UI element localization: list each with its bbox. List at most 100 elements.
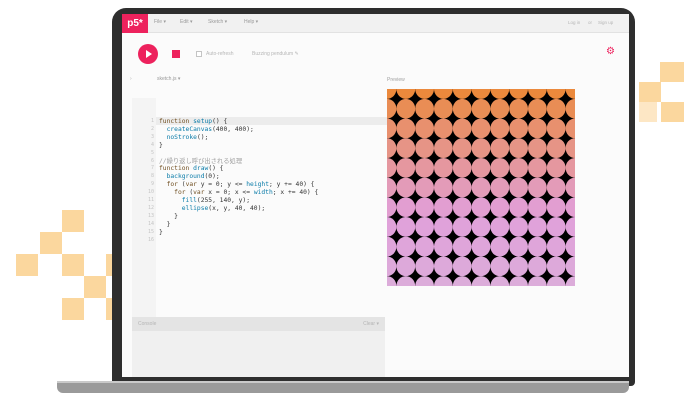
sketch-ellipse	[509, 98, 528, 119]
sketch-ellipse	[471, 138, 491, 158]
sketch-ellipse	[415, 157, 434, 178]
sketch-ellipse	[471, 157, 491, 178]
line-number: 15	[147, 228, 154, 235]
sketch-ellipse	[490, 236, 510, 257]
stop-button[interactable]	[172, 50, 180, 58]
code-line: fill(255, 140, y);	[181, 197, 250, 204]
line-number: 2	[150, 125, 154, 132]
sketch-ellipse	[509, 177, 528, 198]
menu-sketch[interactable]: Sketch ▾	[208, 19, 227, 25]
menu-help[interactable]: Help ▾	[244, 19, 258, 25]
line-number: 1	[150, 118, 154, 124]
sketch-ellipse	[415, 217, 434, 237]
sketch-ellipse	[490, 256, 510, 277]
sketch-ellipse	[546, 217, 566, 237]
line-number: 8	[150, 173, 154, 180]
code-line: ellipse(x, y, 40, 40);	[181, 204, 266, 212]
sketch-ellipse	[528, 236, 547, 257]
line-number: 5	[150, 149, 154, 156]
file-name-tab[interactable]: sketch.js ▾	[157, 76, 180, 82]
sketch-ellipse	[509, 256, 528, 277]
decor-square	[16, 254, 38, 276]
sidebar-toggle-icon[interactable]: ›	[130, 76, 132, 82]
sketch-ellipse	[396, 118, 416, 139]
sketch-ellipse	[415, 118, 434, 139]
sketch-ellipse	[471, 98, 491, 119]
line-number: 13	[147, 212, 154, 219]
sketch-ellipse	[396, 236, 416, 257]
code-line: function setup() {	[159, 118, 228, 125]
sketch-ellipse	[396, 197, 416, 218]
code-line: function draw() {	[159, 165, 224, 173]
preview-label: Preview	[387, 77, 405, 83]
sketch-ellipse	[509, 157, 528, 178]
sketch-name[interactable]: Buzzing pendulum ✎	[252, 51, 299, 57]
sketch-ellipse	[528, 217, 547, 237]
auto-refresh-label: Auto-refresh	[206, 51, 234, 57]
console-label: Console	[138, 321, 157, 327]
sketch-ellipse	[509, 118, 528, 139]
sketch-ellipse	[452, 138, 472, 158]
sketch-ellipse	[415, 236, 434, 257]
laptop-base	[57, 383, 629, 393]
sketch-ellipse	[434, 256, 453, 277]
signup-link[interactable]: Sign up	[598, 20, 613, 25]
sketch-ellipse	[471, 236, 491, 257]
sketch-ellipse	[452, 256, 472, 277]
decor-square	[62, 298, 84, 320]
sketch-ellipse	[490, 118, 510, 139]
sketch-ellipse	[434, 118, 453, 139]
sketch-ellipse	[490, 98, 510, 119]
sketch-ellipse	[509, 236, 528, 257]
line-number: 12	[147, 204, 154, 211]
toolbar: Auto-refresh Buzzing pendulum ✎	[122, 33, 629, 73]
sketch-ellipse	[415, 138, 434, 158]
console-panel: Console Clear ▾	[132, 317, 385, 377]
console-header: Console Clear ▾	[132, 317, 385, 331]
auto-refresh-checkbox[interactable]	[196, 51, 202, 57]
code-line: //繰り返し呼び出される処理	[159, 157, 243, 165]
sketch-ellipse	[490, 157, 510, 178]
sketch-ellipse	[546, 236, 566, 257]
sketch-ellipse	[490, 177, 510, 198]
sketch-ellipse	[452, 236, 472, 257]
sketch-ellipse	[546, 256, 566, 277]
sketch-ellipse	[452, 157, 472, 178]
code-line: }	[159, 220, 171, 228]
sketch-preview-canvas[interactable]	[387, 89, 575, 286]
sketch-ellipse	[452, 217, 472, 237]
sketch-ellipse	[528, 157, 547, 178]
login-link[interactable]: Log in	[568, 20, 580, 25]
sketch-ellipse	[471, 197, 491, 218]
sketch-ellipse	[396, 138, 416, 158]
stage: p5* File ▾ Edit ▾ Sketch ▾ Help ▾ Log in…	[0, 0, 684, 397]
decor-square	[639, 82, 661, 102]
play-button[interactable]	[138, 44, 158, 64]
p5-editor-screen: p5* File ▾ Edit ▾ Sketch ▾ Help ▾ Log in…	[122, 14, 629, 377]
nav-or-text: or	[588, 20, 593, 25]
menu-edit[interactable]: Edit ▾	[180, 19, 193, 25]
code-editor[interactable]: 1 2 3 4 5 6 7 8 9 10 11 12 13 14 15 16 function setup()…	[132, 98, 406, 328]
sketch-ellipse	[471, 118, 491, 139]
sketch-ellipse	[490, 217, 510, 237]
p5-logo[interactable]: p5*	[122, 14, 148, 33]
sketch-ellipse	[415, 197, 434, 218]
sketch-ellipse	[396, 217, 416, 237]
line-number: 16	[147, 236, 154, 243]
sketch-ellipse	[452, 197, 472, 218]
line-number: 3	[150, 133, 154, 140]
sketch-ellipse	[396, 256, 416, 277]
console-clear-button[interactable]: Clear ▾	[363, 321, 379, 327]
sketch-ellipse	[452, 118, 472, 139]
sketch-ellipse	[471, 217, 491, 237]
sketch-ellipse	[546, 138, 566, 158]
line-number: 6	[150, 157, 154, 164]
line-number: 11	[147, 197, 154, 203]
settings-gear-icon[interactable]: ⚙	[606, 47, 616, 57]
sketch-ellipse	[509, 138, 528, 158]
menu-file[interactable]: File ▾	[154, 19, 166, 25]
sketch-ellipse	[452, 98, 472, 119]
code-line: }	[159, 212, 178, 220]
sketch-ellipse	[528, 256, 547, 277]
sketch-ellipse	[452, 177, 472, 198]
